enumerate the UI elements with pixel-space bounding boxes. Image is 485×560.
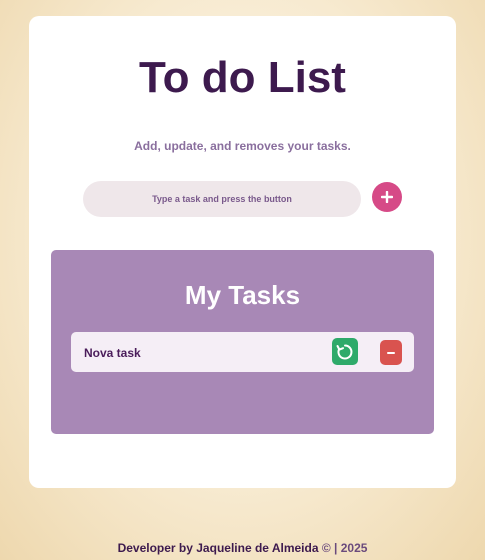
plus-icon [381,191,393,203]
task-input[interactable] [83,181,361,217]
page-subtitle: Add, update, and removes your tasks. [134,139,351,153]
footer: Developer by Jaqueline de Almeida © | 20… [0,541,485,555]
footer-copyright: © | 2025 [321,541,368,555]
add-task-button[interactable] [372,182,402,212]
remove-task-button[interactable] [380,340,402,365]
minus-icon [387,351,395,354]
tasks-panel-title: My Tasks [184,280,301,310]
task-text: Nova task [84,346,141,360]
tasks-panel: My Tasks Nova task [51,250,434,434]
update-task-button[interactable] [332,338,358,365]
todo-card: To do List Add, update, and removes your… [29,16,456,488]
task-item: Nova task [71,332,414,372]
refresh-icon [336,344,353,359]
footer-credit: Developer by Jaqueline de Almeida [117,541,319,555]
page-title: To do List [139,53,346,102]
